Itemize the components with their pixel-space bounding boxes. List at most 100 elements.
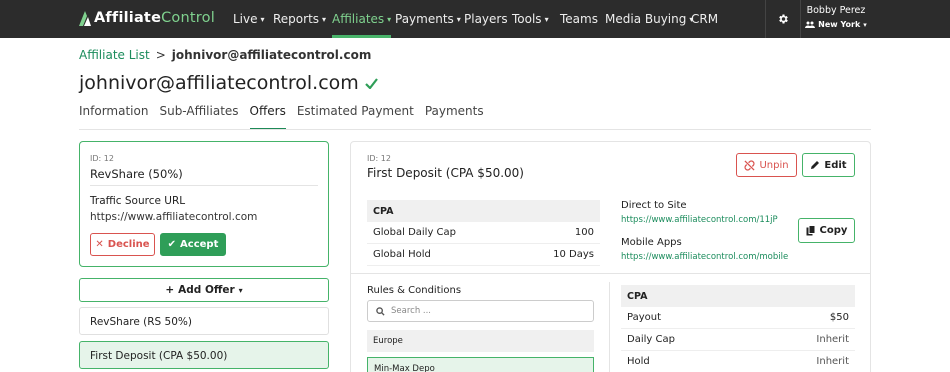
row-label: Daily Cap xyxy=(627,334,675,345)
nav-tools[interactable]: Tools ▾ xyxy=(512,0,549,38)
nav-label: Live xyxy=(233,12,258,26)
mobile-apps-link[interactable]: https://www.affiliatecontrol.com/mobile xyxy=(621,252,788,262)
unpin-button[interactable]: Unpin xyxy=(736,153,797,177)
nav-affiliates[interactable]: Affiliates ▾ xyxy=(332,0,392,38)
breadcrumb-current: johnivor@affiliatecontrol.com xyxy=(171,48,372,62)
traffic-source-label: Traffic Source URL xyxy=(90,195,186,207)
direct-to-site-label: Direct to Site xyxy=(621,200,687,211)
edit-button[interactable]: Edit xyxy=(802,153,855,177)
user-name: Bobby Perez xyxy=(806,5,866,16)
copy-label: Copy xyxy=(819,225,848,236)
tab-sub-affiliates[interactable]: Sub-Affiliates xyxy=(159,104,238,130)
table-row: Global Daily Cap 100 xyxy=(367,222,600,244)
tab-bar: Information Sub-Affiliates Offers Estima… xyxy=(79,104,484,130)
row-value: 100 xyxy=(574,227,594,238)
nav-media-buying[interactable]: Media Buying ▾ xyxy=(605,0,693,38)
accept-button[interactable]: ✔ Accept xyxy=(160,233,226,256)
search-icon xyxy=(376,306,385,316)
location-label: New York xyxy=(818,20,861,29)
nav-payments[interactable]: Payments ▾ xyxy=(395,0,461,38)
plus-icon: + xyxy=(165,284,175,296)
page-title: johnivor@affiliatecontrol.com xyxy=(79,72,378,94)
tab-information[interactable]: Information xyxy=(79,104,148,130)
table-row: Daily Cap Inherit xyxy=(621,329,855,351)
logo-icon xyxy=(79,10,91,26)
add-offer-label: Add Offer xyxy=(178,284,235,296)
table-row: Hold Inherit xyxy=(621,351,855,372)
rules-conditions-label: Rules & Conditions xyxy=(367,285,462,296)
tab-offers[interactable]: Offers xyxy=(249,104,287,130)
unpin-label: Unpin xyxy=(759,159,789,171)
user-location: New York ▾ xyxy=(802,20,870,29)
chevron-down-icon: ▾ xyxy=(456,14,461,24)
row-label: Global Daily Cap xyxy=(373,227,457,238)
nav-label: Players xyxy=(464,12,508,26)
nav-label: Teams xyxy=(560,12,598,26)
decline-button[interactable]: ✕ Decline xyxy=(90,233,155,256)
brand-name-part2: Control xyxy=(161,10,215,26)
decline-label: Decline xyxy=(107,239,150,250)
user-menu[interactable]: Bobby Perez New York ▾ xyxy=(802,5,870,29)
edit-label: Edit xyxy=(824,159,847,171)
chevron-down-icon: ▾ xyxy=(238,285,243,295)
row-label: Payout xyxy=(627,312,662,323)
nav-label: CRM xyxy=(691,12,719,26)
direct-to-site-link[interactable]: https://www.affiliatecontrol.com/11jP xyxy=(621,215,778,225)
row-value: Inherit xyxy=(816,334,849,345)
brand-logo[interactable]: Affiliate Control xyxy=(79,10,215,26)
offer-list-item[interactable]: RevShare (RS 50%) xyxy=(79,307,329,335)
vertical-divider xyxy=(609,282,610,372)
pending-offer-card: ID: 12 RevShare (50%) Traffic Source URL… xyxy=(79,141,329,267)
breadcrumb: Affiliate List > johnivor@affiliatecontr… xyxy=(79,48,371,62)
divider xyxy=(351,273,870,274)
nav-live[interactable]: Live ▾ xyxy=(233,0,265,38)
nav-label: Reports xyxy=(273,12,320,26)
row-label: Global Hold xyxy=(373,249,431,260)
accept-label: Accept xyxy=(180,239,219,250)
breadcrumb-affiliate-list[interactable]: Affiliate List xyxy=(79,48,150,62)
tab-estimated-payment[interactable]: Estimated Payment xyxy=(297,104,414,130)
offer-list-item-selected[interactable]: First Deposit (CPA $50.00) xyxy=(79,341,329,369)
verified-check-icon xyxy=(365,77,378,89)
offer-id: ID: 12 xyxy=(90,154,114,163)
offer-detail-panel: ID: 12 First Deposit (CPA $50.00) Unpin … xyxy=(350,141,871,372)
close-icon: ✕ xyxy=(95,239,104,250)
copy-button[interactable]: Copy xyxy=(798,218,855,243)
chevron-down-icon: ▾ xyxy=(544,14,549,24)
cpa-summary-table: CPA Global Daily Cap 100 Global Hold 10 … xyxy=(367,200,600,266)
check-icon: ✔ xyxy=(167,239,177,250)
chevron-down-icon: ▾ xyxy=(387,14,392,24)
page-title-text: johnivor@affiliatecontrol.com xyxy=(79,72,359,94)
divider xyxy=(90,185,318,186)
nav-players[interactable]: Players xyxy=(464,0,508,38)
row-label: Hold xyxy=(627,356,650,367)
nav-label: Tools xyxy=(512,12,542,26)
brand-name-part1: Affiliate xyxy=(94,10,162,26)
nav-crm[interactable]: CRM xyxy=(691,0,718,38)
nav-label: Payments xyxy=(395,12,454,26)
row-value: Inherit xyxy=(816,356,849,367)
settings-button[interactable] xyxy=(765,0,801,38)
gear-icon xyxy=(779,14,788,24)
copy-icon xyxy=(806,225,816,236)
users-icon xyxy=(805,21,816,28)
offer-name: RevShare (50%) xyxy=(90,167,183,181)
table-row: Payout $50 xyxy=(621,307,855,329)
tab-payments[interactable]: Payments xyxy=(425,104,484,130)
nav-label: Affiliates xyxy=(332,12,385,26)
chevron-down-icon: ▾ xyxy=(863,20,867,29)
add-offer-button[interactable]: + Add Offer ▾ xyxy=(79,278,329,302)
rules-search-input[interactable]: Search ... xyxy=(367,300,594,322)
nav-teams[interactable]: Teams xyxy=(560,0,598,38)
rule-item-selected[interactable]: Min-Max Depo xyxy=(367,357,594,372)
search-placeholder: Search ... xyxy=(391,306,432,316)
region-group-europe[interactable]: Europe xyxy=(367,330,594,352)
nav-reports[interactable]: Reports ▾ xyxy=(273,0,326,38)
traffic-source-url: https://www.affiliatecontrol.com xyxy=(90,211,258,223)
mobile-apps-label: Mobile Apps xyxy=(621,237,682,248)
row-value: 10 Days xyxy=(553,249,594,260)
detail-offer-id: ID: 12 xyxy=(367,154,391,163)
cpa-header: CPA xyxy=(367,200,600,222)
top-nav-bar: Affiliate Control Live ▾ Reports ▾ Affilia… xyxy=(0,0,950,38)
chevron-down-icon: ▾ xyxy=(322,14,327,24)
